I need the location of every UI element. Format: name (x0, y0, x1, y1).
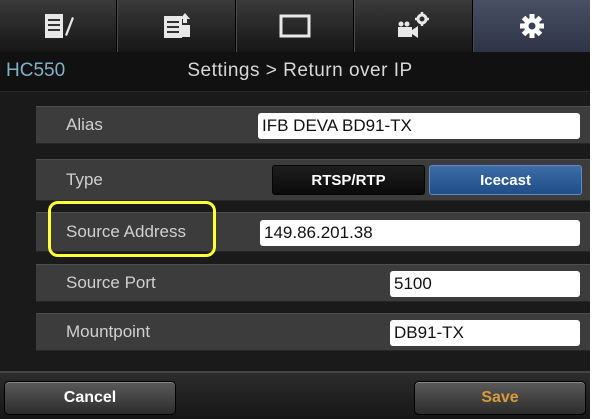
mountpoint-label: Mountpoint (66, 322, 151, 341)
source-port-label: Source Port (66, 273, 156, 292)
list-upload-icon (163, 13, 190, 38)
tab-camera-settings[interactable] (354, 0, 473, 52)
type-option-icecast[interactable]: Icecast (429, 165, 582, 195)
highlight-annotation (48, 201, 216, 257)
alias-row: Alias IFB DEVA BD91-TX (36, 106, 590, 144)
source-address-field[interactable]: 149.86.201.38 (260, 220, 580, 246)
alias-label: Alias (66, 115, 103, 134)
tab-settings[interactable] (472, 0, 591, 52)
tab-monitor[interactable] (235, 0, 355, 52)
alias-field[interactable]: IFB DEVA BD91-TX (258, 113, 580, 139)
tab-playlist-upload[interactable] (117, 0, 236, 52)
source-port-row: Source Port 5100 (36, 264, 590, 302)
mountpoint-row: Mountpoint DB91-TX (36, 313, 590, 351)
tab-playlist-edit[interactable] (0, 0, 118, 52)
type-row: Type RTSP/RTP Icecast (36, 159, 590, 201)
mountpoint-field[interactable]: DB91-TX (390, 320, 580, 346)
type-label: Type (66, 170, 103, 189)
source-port-field[interactable]: 5100 (390, 271, 580, 297)
camera-settings-icon (398, 12, 430, 38)
monitor-icon (279, 14, 311, 38)
tab-bar (0, 0, 591, 52)
type-option-rtsp-rtp[interactable]: RTSP/RTP (272, 165, 425, 195)
bottom-bar: Cancel Save (0, 371, 590, 419)
list-edit-icon (45, 14, 75, 38)
save-button[interactable]: Save (414, 381, 586, 415)
type-selector: RTSP/RTP Icecast (272, 165, 582, 195)
cancel-button[interactable]: Cancel (4, 381, 176, 415)
gear-icon (519, 14, 544, 38)
page-title: Settings > Return over IP (187, 60, 413, 81)
title-bar: HC550 Settings > Return over IP (0, 52, 590, 92)
